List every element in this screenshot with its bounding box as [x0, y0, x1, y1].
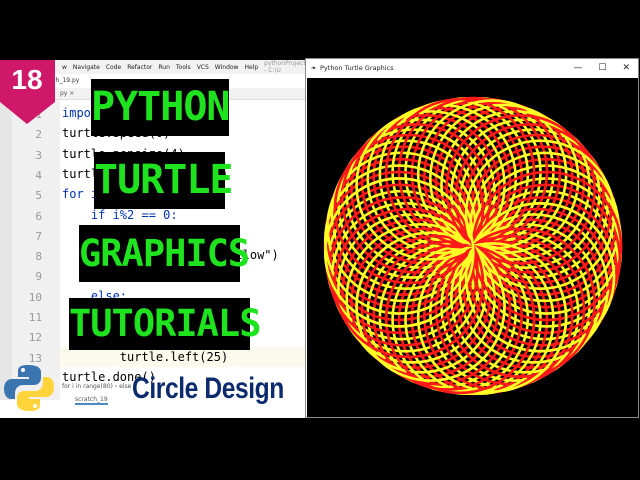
tool-sidebar: [0, 100, 12, 400]
turtle-window-titlebar: ❧ Python Turtle Graphics — ☐ ✕: [306, 59, 638, 78]
title-graphics: GRAPHICS: [79, 225, 250, 282]
menu-item[interactable]: Navigate: [73, 64, 100, 71]
minimize-button[interactable]: —: [573, 59, 582, 78]
subtitle: Circle Design: [132, 372, 284, 405]
title-tutorials: TUTORIALS: [69, 298, 261, 350]
line-number: 10: [28, 290, 42, 304]
menu-item[interactable]: Tools: [176, 64, 191, 71]
line-number: 6: [35, 209, 42, 223]
line-number: 3: [35, 148, 42, 162]
menu-item[interactable]: Window: [215, 64, 239, 71]
turtle-canvas: [307, 78, 638, 417]
menu-item[interactable]: w: [62, 64, 67, 71]
menu-item[interactable]: VCS: [197, 64, 209, 71]
menu-item[interactable]: Run: [158, 64, 170, 71]
line-number: 11: [28, 311, 42, 324]
line-number: 4: [35, 168, 42, 182]
breadcrumb[interactable]: for i in range(80) › else: [62, 383, 131, 390]
line-number: 2: [35, 128, 42, 142]
code-line[interactable]: if i%2 == 0:: [62, 208, 178, 222]
run-tab-scratch[interactable]: scratch_19: [75, 396, 108, 405]
menu-item[interactable]: Refactor: [127, 64, 152, 71]
code-line[interactable]: turtle.left(25): [62, 350, 228, 364]
circle-design-drawing: [323, 96, 623, 396]
menu-item[interactable]: Help: [244, 64, 258, 71]
menu-item[interactable]: Code: [106, 64, 121, 71]
editor-tab[interactable]: py ×: [60, 90, 74, 97]
maximize-button[interactable]: ☐: [598, 59, 606, 78]
line-number: 12: [28, 331, 42, 345]
line-number: 9: [35, 270, 42, 284]
python-logo: [4, 365, 54, 411]
episode-number: 18: [11, 64, 43, 95]
window-title: Python Turtle Graphics: [320, 64, 394, 72]
line-number: 8: [35, 250, 42, 264]
project-title: pythonProject - C:\U: [264, 60, 306, 74]
close-button[interactable]: ✕: [622, 59, 630, 78]
line-number: 5: [35, 189, 42, 203]
feather-icon: ❧: [311, 64, 317, 72]
title-turtle: TURTLE: [94, 152, 234, 209]
turtle-window: ❧ Python Turtle Graphics — ☐ ✕: [305, 58, 639, 418]
title-python: PYTHON: [91, 79, 231, 136]
line-number: 7: [35, 229, 42, 243]
